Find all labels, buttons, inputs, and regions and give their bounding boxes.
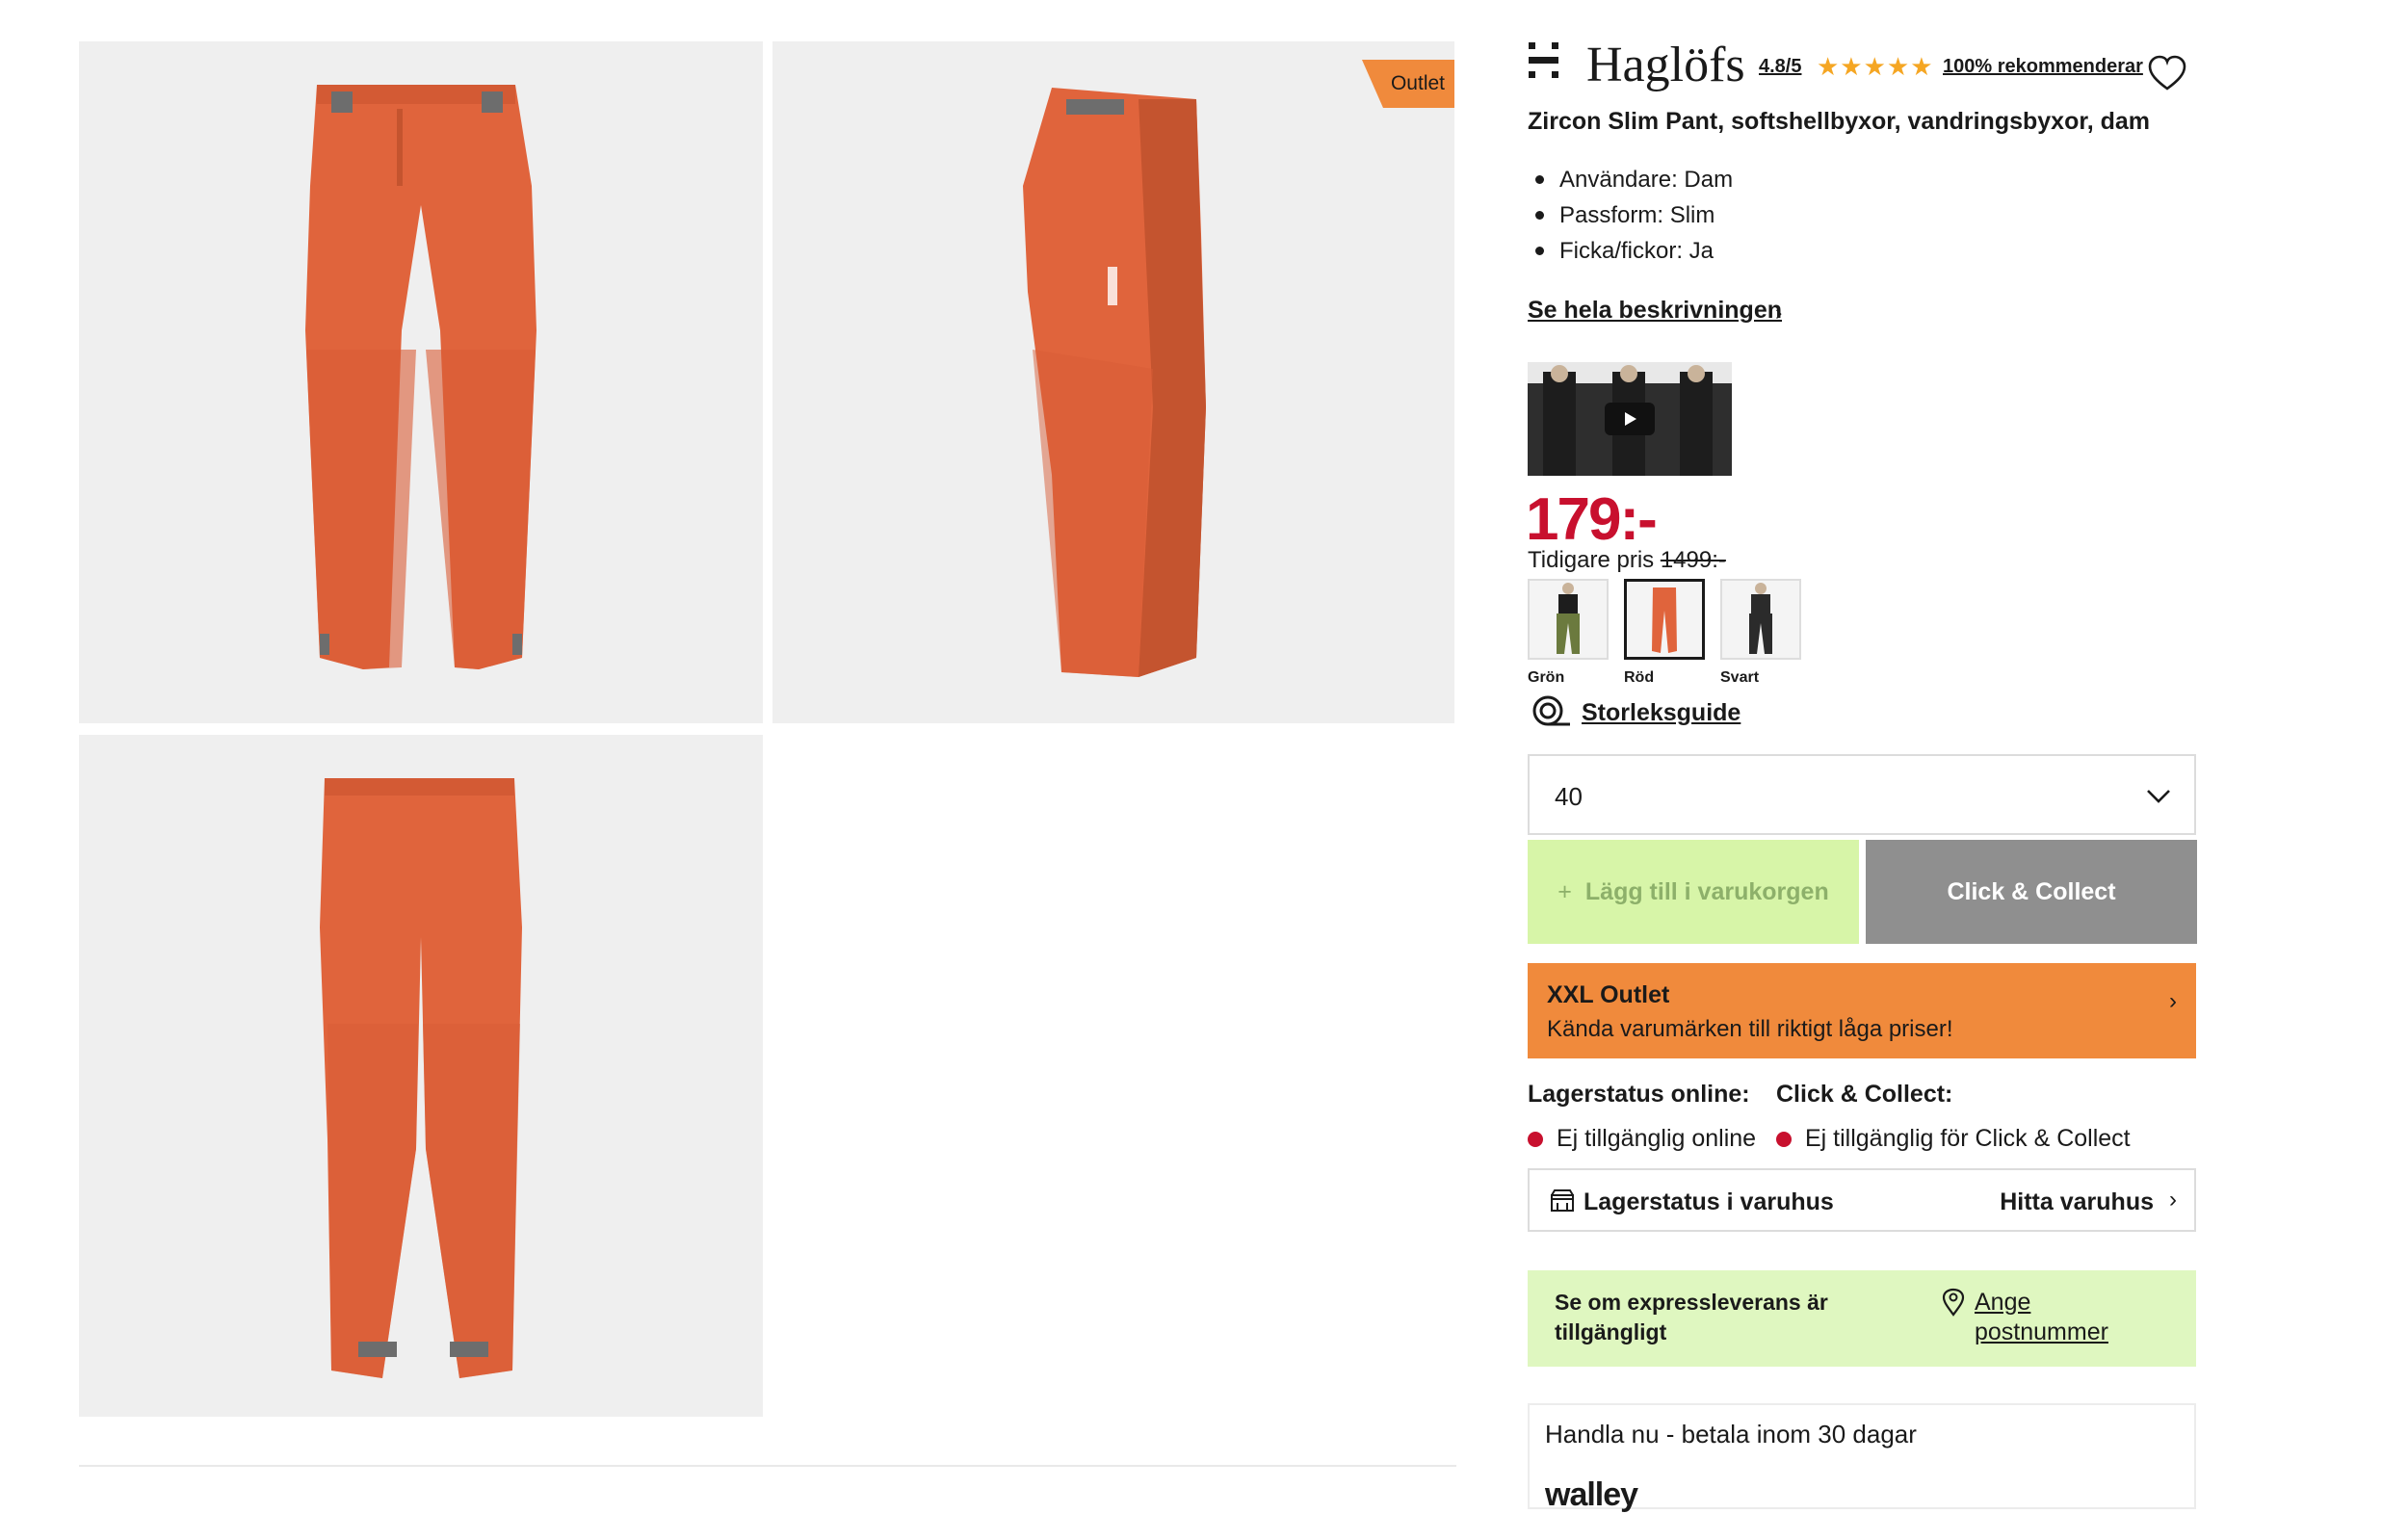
swatch-label: Grön — [1528, 669, 1565, 686]
spec-text: Ficka/fickor: Ja — [1559, 238, 1714, 264]
brand-name: Haglöfs — [1586, 38, 1745, 92]
pants-back-illustration — [320, 778, 522, 1378]
pants-front-illustration — [305, 85, 537, 669]
click-collect-stock-text: Ej tillgänglig för Click & Collect — [1805, 1125, 2131, 1152]
favorite-heart-icon[interactable] — [2147, 54, 2187, 92]
click-collect-stock-heading: Click & Collect: — [1776, 1081, 1953, 1108]
gallery-divider — [79, 1465, 1456, 1467]
xxl-outlet-banner[interactable]: XXL Outlet Kända varumärken till riktigt… — [1528, 963, 2196, 1058]
outlet-banner-subtitle: Kända varumärken till riktigt låga prise… — [1547, 1016, 1953, 1042]
size-select[interactable]: 40 — [1528, 754, 2196, 835]
status-dot — [1528, 1131, 1543, 1147]
add-to-cart-button[interactable]: + Lägg till i varukorgen — [1528, 840, 1859, 944]
click-collect-button[interactable]: Click & Collect — [1866, 840, 2197, 944]
chevron-right-icon: › — [2169, 988, 2177, 1014]
product-title: Zircon Slim Pant, softshellbyxor, vandri… — [1528, 108, 2150, 135]
full-description-link[interactable]: Se hela beskrivningen — [1528, 297, 1782, 325]
play-icon[interactable] — [1605, 403, 1655, 435]
swatch-green[interactable] — [1528, 579, 1609, 660]
store-stock-box[interactable]: Lagerstatus i varuhus Hitta varuhus › — [1528, 1168, 2196, 1232]
click-collect-stock-status: Ej tillgänglig för Click & Collect — [1776, 1125, 2131, 1153]
add-to-cart-label: Lägg till i varukorgen — [1584, 877, 1829, 905]
spec-item: Passform: Slim — [1528, 197, 1733, 233]
status-dot — [1776, 1131, 1792, 1147]
product-image-back[interactable] — [79, 735, 763, 1417]
swatch-green-preview — [1557, 583, 1580, 654]
previous-price-row: Tidigare pris 1499:- — [1528, 547, 1726, 574]
express-delivery-box: Se om expressleverans är tillgängligt An… — [1528, 1270, 2196, 1367]
walley-logo: walley — [1545, 1476, 1638, 1513]
previous-price: 1499:- — [1660, 547, 1726, 573]
online-stock-text: Ej tillgänglig online — [1557, 1125, 1757, 1152]
swatch-red-preview — [1652, 587, 1677, 653]
rating-score[interactable]: 4.8/5 — [1759, 56, 1801, 78]
swatch-black-preview — [1749, 583, 1772, 654]
payment-info-box: Handla nu - betala inom 30 dagar walley — [1528, 1403, 2196, 1513]
online-stock-heading: Lagerstatus online: — [1528, 1081, 1750, 1108]
brand-logo[interactable]: Haglöfs — [1527, 37, 1748, 94]
measuring-tape-icon — [1532, 695, 1570, 726]
current-price: 179:- — [1526, 486, 1658, 553]
product-image-side[interactable]: Outlet — [772, 41, 1454, 723]
swatch-black[interactable] — [1720, 579, 1801, 660]
payment-info-text: Handla nu - betala inom 30 dagar — [1545, 1420, 1917, 1449]
haglofs-mark-icon — [1529, 42, 1558, 78]
recommend-percentage[interactable]: 100% rekommenderar — [1943, 56, 2143, 78]
chevron-right-icon: › — [2169, 1187, 2177, 1213]
product-video-thumbnail[interactable] — [1528, 362, 1732, 476]
location-pin-icon — [1942, 1288, 1965, 1317]
size-guide-link[interactable]: Storleksguide — [1582, 699, 1741, 727]
pants-side-illustration — [1023, 88, 1206, 677]
size-select-value: 40 — [1555, 782, 1583, 811]
outlet-banner-title: XXL Outlet — [1547, 981, 1670, 1008]
swatch-red[interactable] — [1624, 579, 1705, 660]
swatch-label: Röd — [1624, 669, 1655, 686]
store-stock-label: Lagerstatus i varuhus — [1584, 1188, 1834, 1215]
swatch-label: Svart — [1720, 669, 1760, 686]
chevron-right-icon: › — [1775, 300, 1783, 325]
spec-text: Passform: Slim — [1559, 202, 1715, 228]
rating-stars: ★★★★★ — [1817, 52, 1934, 81]
spec-item: Ficka/fickor: Ja — [1528, 233, 1733, 269]
spec-text: Användare: Dam — [1559, 167, 1734, 193]
spec-item: Användare: Dam — [1528, 162, 1733, 197]
online-stock-status: Ej tillgänglig online — [1528, 1125, 1756, 1153]
product-image-front[interactable] — [79, 41, 763, 723]
store-icon — [1551, 1189, 1574, 1212]
plus-icon: + — [1557, 877, 1572, 905]
express-delivery-text: Se om expressleverans är tillgängligt — [1555, 1290, 1828, 1344]
postcode-link[interactable]: Ange postnummer — [1975, 1288, 2148, 1347]
spec-list: Användare: Dam Passform: Slim Ficka/fick… — [1528, 162, 1733, 269]
previous-price-label: Tidigare pris — [1528, 547, 1655, 573]
find-store-link[interactable]: Hitta varuhus — [2000, 1188, 2154, 1216]
chevron-down-icon — [2147, 790, 2170, 803]
